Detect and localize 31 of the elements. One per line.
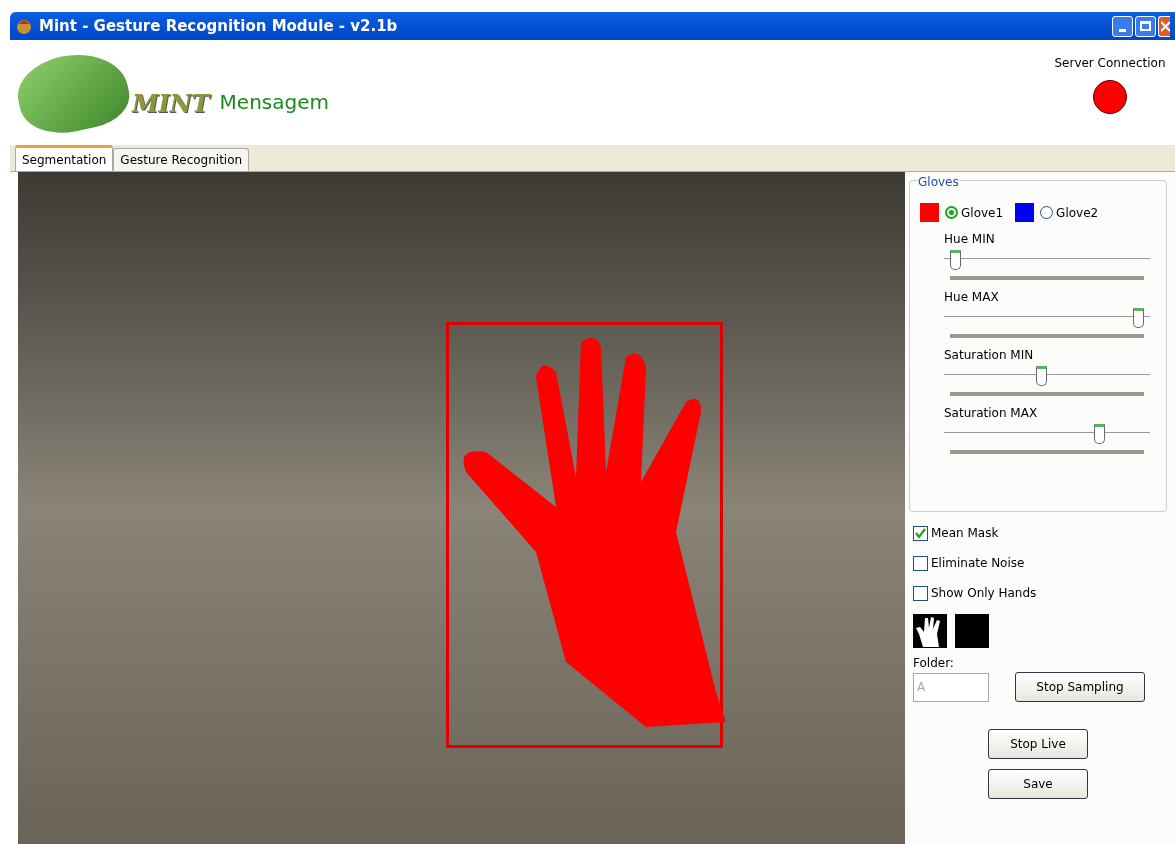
glove-radio[interactable]: Glove1 xyxy=(945,203,1004,222)
server-connection-label: Server Connection xyxy=(1054,55,1166,72)
folder-label: Folder: xyxy=(913,655,955,672)
checkmark-icon xyxy=(915,527,926,539)
slider-thumb[interactable] xyxy=(1035,366,1047,386)
slider-thumb[interactable] xyxy=(1133,308,1145,328)
checkbox[interactable]: Mean Mask xyxy=(913,524,1167,542)
maximize-button[interactable] xyxy=(1135,15,1156,37)
save-button[interactable]: Save xyxy=(988,769,1088,799)
checkbox[interactable]: Eliminate Noise xyxy=(913,554,1167,572)
stop-live-button[interactable]: Stop Live xyxy=(988,729,1088,759)
slider-thumb[interactable] xyxy=(949,250,961,270)
stop-sampling-button[interactable]: Stop Sampling xyxy=(1015,672,1145,702)
window-title: Mint - Gesture Recognition Module - v2.1b xyxy=(39,15,398,37)
hand-mask-thumbnail xyxy=(913,614,947,648)
slider-label: Hue MIN xyxy=(944,231,996,248)
slider-label: Saturation MIN xyxy=(944,347,1035,364)
slider-label: Saturation MAX xyxy=(944,405,1039,422)
close-button[interactable] xyxy=(1158,15,1170,37)
slider-label: Hue MAX xyxy=(944,289,1000,306)
tab[interactable]: Segmentation xyxy=(15,145,114,171)
minimize-button[interactable] xyxy=(1112,15,1133,37)
app-icon xyxy=(15,17,33,35)
close-icon xyxy=(1161,20,1170,32)
message-label: Mensagem xyxy=(219,88,329,116)
mask-thumbnail xyxy=(955,614,989,648)
checkbox[interactable]: Show Only Hands xyxy=(913,584,1167,602)
slider-thumb[interactable] xyxy=(1094,424,1106,444)
logo-text: MINT xyxy=(132,87,210,120)
tab[interactable]: Gesture Recognition xyxy=(113,148,250,171)
glove-radio[interactable]: Glove2 xyxy=(1040,203,1099,222)
